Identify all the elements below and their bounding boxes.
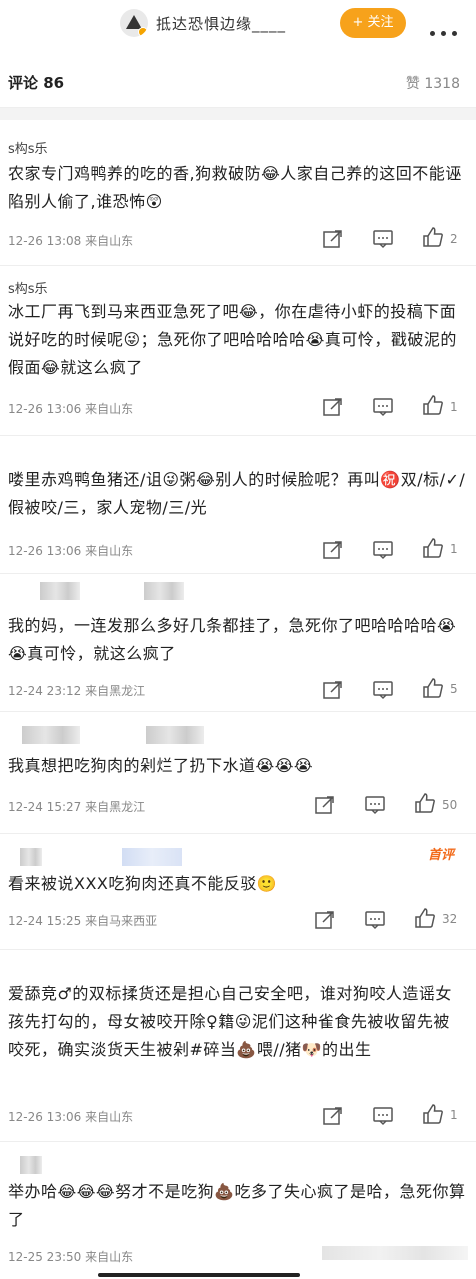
blurred-username — [122, 848, 182, 866]
like-icon[interactable] — [414, 907, 436, 929]
comment-meta: 12-24 23:12 来自黑龙江 — [8, 684, 146, 698]
comment-text: 我的妈，一连发那么多好几条都挂了，急死你了吧哈哈哈哈😭😭真可怜，就这么疯了 — [8, 616, 457, 663]
repost-icon[interactable] — [314, 909, 336, 931]
like-count: 32 — [442, 912, 458, 926]
blurred-username — [144, 582, 184, 600]
comment-username[interactable]: s构s乐 — [8, 278, 48, 297]
blurred-username — [22, 726, 80, 744]
like-icon[interactable] — [422, 677, 444, 699]
comment-text: 举办哈😂😂😂努才不是吃狗💩吃多了失心疯了是哈，急死你算了 — [8, 1182, 466, 1229]
reply-icon[interactable] — [372, 396, 394, 418]
comment-meta: 12-26 13:06 来自山东 — [8, 544, 134, 558]
comment-item: 我真想把吃狗肉的剁烂了扔下水道😭😭😭 12-24 15:27 来自黑龙江 50 — [0, 712, 476, 834]
like-icon[interactable] — [414, 792, 436, 814]
first-comment-badge: 首评 — [427, 848, 454, 863]
comment-meta: 12-24 15:25 来自马来西亚 — [8, 914, 158, 928]
verified-badge-icon — [138, 27, 148, 37]
comment-text: 农家专门鸡鸭养的吃的香,狗救破防😂人家自己养的这回不能诬陷别人偷了,谁恐怖😲 — [8, 164, 462, 211]
page-title: 抵达恐惧边缘____ — [156, 15, 287, 33]
divider — [0, 108, 476, 120]
like-count: 1 — [450, 1108, 458, 1122]
comment-text: 我真想把吃狗肉的剁烂了扔下水道😭😭😭 — [8, 756, 314, 775]
repost-icon[interactable] — [314, 794, 336, 816]
comment-meta: 12-26 13:06 来自山东 — [8, 1110, 134, 1124]
home-indicator[interactable] — [98, 1273, 300, 1277]
comment-tab-bar: 评论 86 赞 1318 — [0, 58, 476, 108]
repost-icon[interactable] — [322, 396, 344, 418]
comment-text: 冰工厂再飞到马来西亚急死了吧😂，你在虐待小虾的投稿下面说好吃的时候呢😜；急死你了… — [8, 302, 457, 377]
like-count: 5 — [450, 682, 458, 696]
comment-item: 喽里赤鸡鸭鱼猪还/诅😜粥😂别人的时候脸呢？再叫㊗️双/标/✓/假被咬/三，家人宠… — [0, 436, 476, 574]
comment-item: 爱舔竞♂的双标揉货还是担心自己安全吧，谁对狗咬人造谣女孩先打勾的，母女被咬开除♀… — [0, 950, 476, 1142]
repost-icon[interactable] — [322, 228, 344, 250]
comment-item: 举办哈😂😂😂努才不是吃狗💩吃多了失心疯了是哈，急死你算了 12-25 23:50… — [0, 1142, 476, 1279]
comment-meta: 12-25 23:50 来自山东 — [8, 1250, 134, 1264]
tab-comments[interactable]: 评论 86 — [8, 72, 64, 93]
blurred-username — [20, 848, 42, 866]
reply-icon[interactable] — [364, 909, 386, 931]
more-options-icon[interactable] — [430, 21, 464, 36]
comment-item: 我的妈，一连发那么多好几条都挂了，急死你了吧哈哈哈哈😭😭真可怜，就这么疯了 12… — [0, 574, 476, 712]
blurred-username — [40, 582, 80, 600]
comment-item: 首评 看来被说XXX吃狗肉还真不能反驳🙂 12-24 15:25 来自马来西亚 … — [0, 834, 476, 950]
repost-icon[interactable] — [322, 679, 344, 701]
comment-item: s构s乐 冰工厂再飞到马来西亚急死了吧😂，你在虐待小虾的投稿下面说好吃的时候呢😜… — [0, 266, 476, 436]
avatar[interactable] — [120, 9, 148, 37]
comment-text: 爱舔竞♂的双标揉货还是担心自己安全吧，谁对狗咬人造谣女孩先打勾的，母女被咬开除♀… — [8, 984, 452, 1059]
blurred-username — [20, 1156, 42, 1174]
like-icon[interactable] — [422, 394, 444, 416]
top-bar: 抵达恐惧边缘____ + 关注 — [0, 0, 476, 48]
like-icon[interactable] — [422, 537, 444, 559]
like-icon[interactable] — [422, 1103, 444, 1125]
blurred-watermark — [322, 1246, 468, 1260]
comment-meta: 12-24 15:27 来自黑龙江 — [8, 800, 146, 814]
like-count: 1 — [450, 400, 458, 414]
comment-text: 喽里赤鸡鸭鱼猪还/诅😜粥😂别人的时候脸呢？再叫㊗️双/标/✓/假被咬/三，家人宠… — [8, 470, 466, 517]
comment-meta: 12-26 13:08 来自山东 — [8, 234, 134, 248]
comment-username[interactable]: s构s乐 — [8, 138, 48, 157]
reply-icon[interactable] — [372, 679, 394, 701]
like-count: 2 — [450, 232, 458, 246]
like-count: 1 — [450, 542, 458, 556]
reply-icon[interactable] — [372, 1105, 394, 1127]
reply-icon[interactable] — [372, 539, 394, 561]
like-count: 50 — [442, 798, 458, 812]
blurred-username — [146, 726, 204, 744]
reply-icon[interactable] — [364, 794, 386, 816]
reply-icon[interactable] — [372, 228, 394, 250]
repost-icon[interactable] — [322, 539, 344, 561]
comment-meta: 12-26 13:06 来自山东 — [8, 402, 134, 416]
comment-text: 看来被说XXX吃狗肉还真不能反驳🙂 — [8, 874, 278, 893]
repost-icon[interactable] — [322, 1105, 344, 1127]
tab-likes[interactable]: 赞 1318 — [406, 73, 460, 93]
like-icon[interactable] — [422, 226, 444, 248]
follow-button[interactable]: + 关注 — [340, 8, 406, 38]
comment-item: s构s乐 农家专门鸡鸭养的吃的香,狗救破防😂人家自己养的这回不能诬陷别人偷了,谁… — [0, 120, 476, 266]
